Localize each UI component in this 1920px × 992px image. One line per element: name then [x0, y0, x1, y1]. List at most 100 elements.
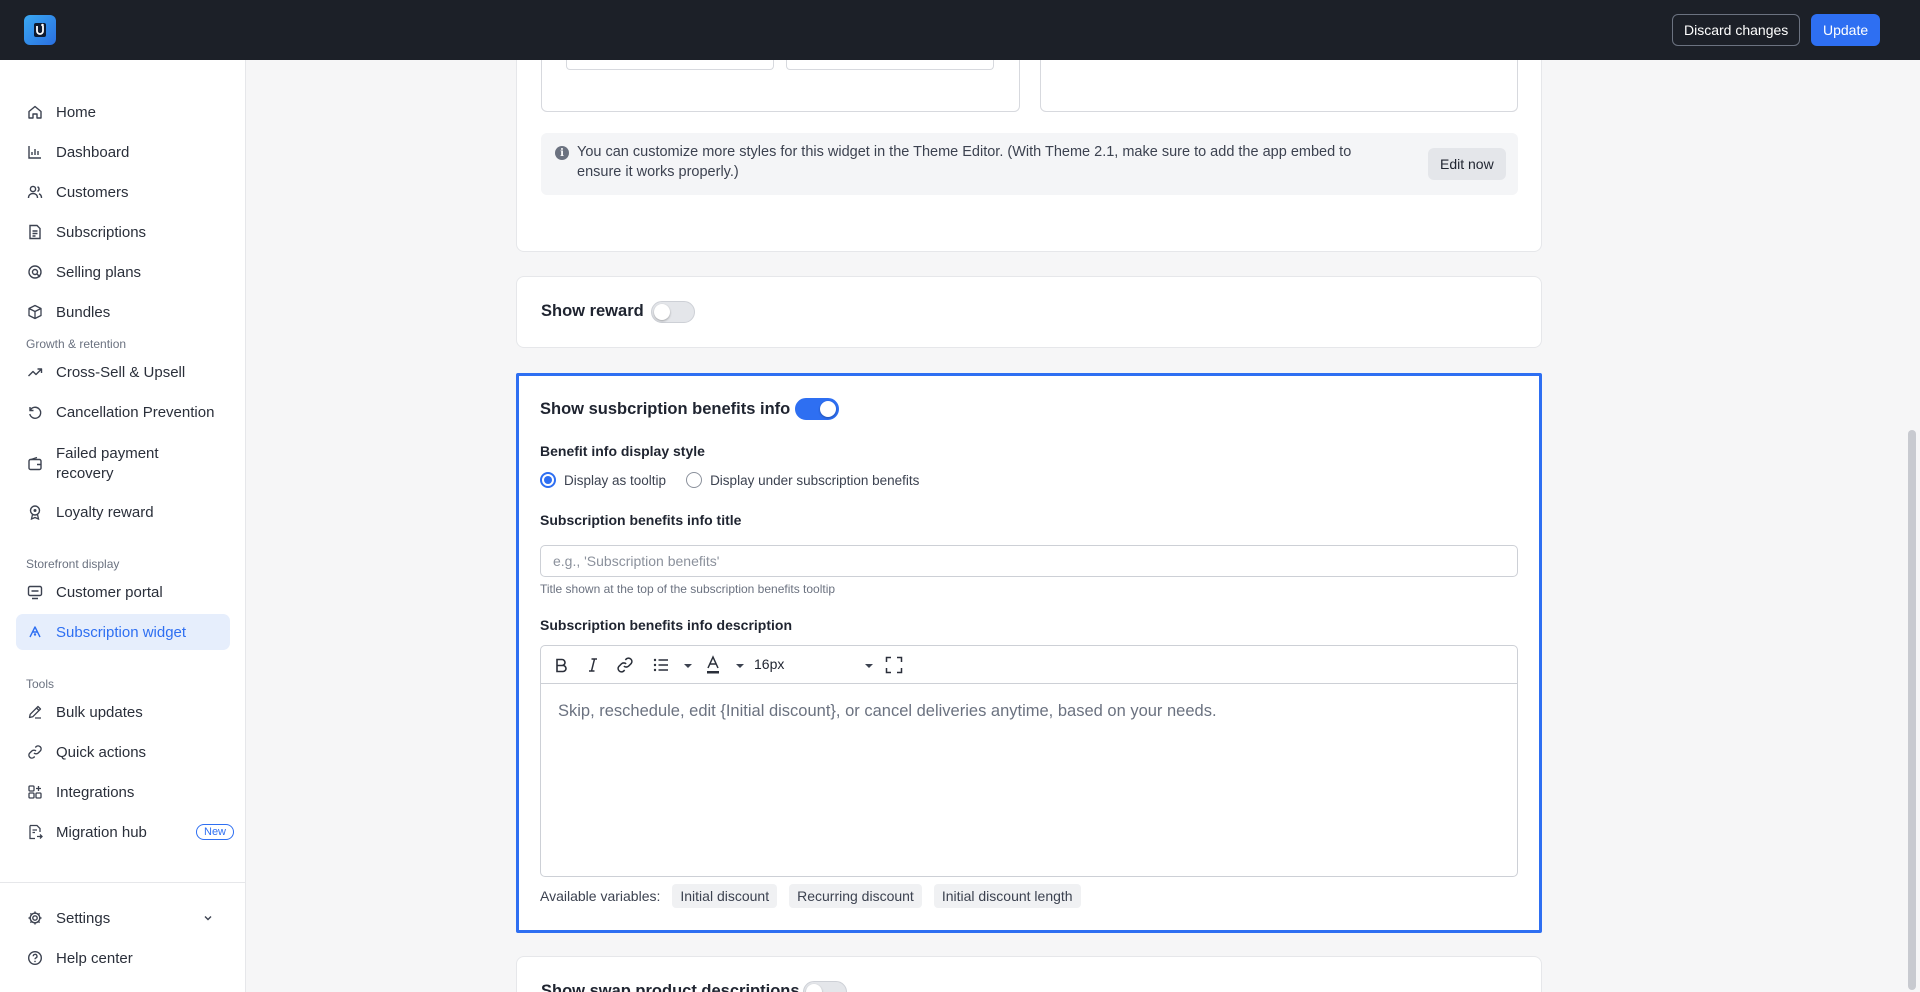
editor-content[interactable]: Skip, reschedule, edit {Initial discount… — [558, 702, 1217, 721]
rich-text-editor[interactable]: 16px Skip, reschedule, edit {Initial dis… — [540, 645, 1518, 877]
main-content: i You can customize more styles for this… — [246, 60, 1920, 992]
theme-editor-info-banner: i You can customize more styles for this… — [541, 133, 1518, 195]
subscription-benefits-card: Show susbcription benefits info Benefit … — [516, 373, 1542, 933]
trending-up-icon — [28, 368, 43, 377]
link-button[interactable] — [615, 655, 635, 675]
italic-button[interactable] — [583, 655, 603, 675]
sidebar-item-dashboard[interactable]: Dashboard — [16, 134, 230, 170]
sidebar-item-help-center[interactable]: Help center — [16, 940, 230, 976]
variable-chip-recurring-discount[interactable]: Recurring discount — [789, 884, 922, 908]
sidebar-item-bundles[interactable]: Bundles — [16, 294, 230, 330]
home-icon — [28, 105, 42, 119]
sidebar-item-settings[interactable]: Settings — [16, 900, 230, 936]
fullscreen-icon — [885, 656, 903, 674]
sidebar-item-customers[interactable]: Customers — [16, 174, 230, 210]
style-input[interactable] — [566, 60, 774, 70]
font-size-select[interactable]: 16px — [754, 656, 784, 672]
sidebar-item-selling-plans[interactable]: Selling plans — [16, 254, 230, 290]
sidebar-item-quick-actions[interactable]: Quick actions — [16, 734, 230, 770]
help-icon — [27, 950, 43, 966]
show-reward-title: Show reward — [541, 302, 644, 320]
info-icon: i — [555, 146, 569, 160]
sidebar-item-integrations[interactable]: Integrations — [16, 774, 230, 810]
editor-toolbar: 16px — [541, 646, 1517, 684]
discard-changes-button[interactable]: Discard changes — [1672, 14, 1801, 46]
toggle-knob — [806, 984, 822, 992]
sidebar-item-label: Settings — [56, 909, 111, 927]
sidebar-item-cancellation-prevention[interactable]: Cancellation Prevention — [16, 394, 230, 430]
show-swap-title: Show swap product descriptions — [541, 982, 800, 992]
bold-button[interactable] — [551, 655, 571, 675]
sidebar-item-subscriptions[interactable]: Subscriptions — [16, 214, 230, 250]
rotate-icon — [29, 406, 42, 419]
show-benefits-toggle[interactable] — [795, 398, 839, 420]
radio-button[interactable] — [540, 472, 556, 488]
section-label-growth: Growth & retention — [26, 337, 127, 351]
sidebar-item-loyalty-reward[interactable]: Loyalty reward — [16, 494, 230, 530]
sidebar-item-label: Bulk updates — [56, 703, 143, 721]
text-color-icon — [707, 655, 719, 674]
style-input[interactable] — [786, 60, 994, 70]
scrollbar[interactable] — [1908, 430, 1916, 990]
toggle-knob — [820, 401, 836, 417]
list-button[interactable] — [651, 655, 671, 675]
variable-chip-initial-discount-length[interactable]: Initial discount length — [933, 884, 1081, 908]
sidebar-item-migration-hub[interactable]: Migration hub New — [16, 814, 235, 850]
sidebar-item-label: Cross-Sell & Upsell — [56, 363, 186, 381]
sidebar-item-failed-payment-recovery[interactable]: Failed payment recovery — [16, 442, 230, 486]
section-label-storefront: Storefront display — [26, 557, 120, 571]
update-button[interactable]: Update — [1811, 14, 1881, 46]
edit-now-button[interactable]: Edit now — [1428, 148, 1506, 180]
sidebar: Home Dashboard Customers Subscriptions S… — [0, 60, 246, 992]
sidebar-item-bulk-updates[interactable]: Bulk updates — [16, 694, 230, 730]
link-icon — [28, 745, 42, 759]
link-icon — [617, 657, 633, 673]
users-icon — [27, 185, 43, 199]
sidebar-item-label: Bundles — [56, 303, 111, 321]
radio-button[interactable] — [686, 472, 703, 488]
sidebar-item-label: Selling plans — [56, 263, 142, 281]
sidebar-item-label: Quick actions — [56, 743, 147, 761]
display-style-radio-group: Display as tooltip Display under subscri… — [540, 472, 939, 488]
tag-icon — [28, 265, 42, 279]
theme-editor-info-text: You can customize more styles for this w… — [577, 144, 1352, 180]
monitor-icon — [27, 585, 43, 600]
show-swap-toggle[interactable] — [803, 981, 847, 992]
fullscreen-button[interactable] — [884, 655, 904, 675]
sidebar-item-subscription-widget[interactable]: Subscription widget — [16, 614, 230, 650]
list-dropdown-caret-icon[interactable] — [684, 664, 692, 668]
sidebar-item-label: Subscriptions — [56, 223, 147, 241]
sidebar-item-cross-sell[interactable]: Cross-Sell & Upsell — [16, 354, 230, 390]
widget-style-card: i You can customize more styles for this… — [516, 60, 1542, 252]
sidebar-item-home[interactable]: Home — [16, 94, 230, 130]
variable-chip-initial-discount[interactable]: Initial discount — [672, 884, 778, 908]
toggle-knob — [654, 304, 670, 320]
gear-icon — [28, 911, 42, 925]
show-swap-card: Show swap product descriptions — [516, 956, 1542, 992]
package-icon — [28, 304, 42, 320]
available-variables-label: Available variables: — [540, 888, 661, 904]
display-style-label: Benefit info display style — [540, 443, 705, 459]
sidebar-item-label: Dashboard — [56, 143, 130, 161]
font-size-dropdown-caret-icon[interactable] — [865, 664, 873, 668]
award-icon — [29, 505, 41, 520]
sidebar-item-label: Help center — [56, 949, 133, 967]
sidebar-item-customer-portal[interactable]: Customer portal — [16, 574, 230, 610]
radio-label: Display as tooltip — [564, 472, 667, 488]
sidebar-item-label: Customers — [56, 183, 129, 201]
chevron-down-icon — [204, 916, 212, 921]
available-variables: Available variables: Initial discount Re… — [540, 884, 1081, 908]
radio-display-tooltip[interactable]: Display as tooltip — [540, 472, 666, 488]
sidebar-item-label: Loyalty reward — [56, 503, 154, 521]
info-title-input[interactable] — [540, 545, 1518, 577]
top-bar: Discard changes Update — [0, 0, 1920, 60]
radio-display-under-benefits[interactable]: Display under subscription benefits — [686, 472, 919, 488]
text-color-button[interactable] — [703, 655, 723, 675]
show-reward-toggle[interactable] — [651, 301, 695, 323]
app-logo[interactable] — [24, 15, 56, 45]
style-field-group — [1040, 60, 1518, 112]
wallet-icon — [28, 456, 42, 471]
text-color-dropdown-caret-icon[interactable] — [736, 664, 744, 668]
document-icon — [29, 224, 41, 240]
widget-icon — [29, 626, 41, 638]
